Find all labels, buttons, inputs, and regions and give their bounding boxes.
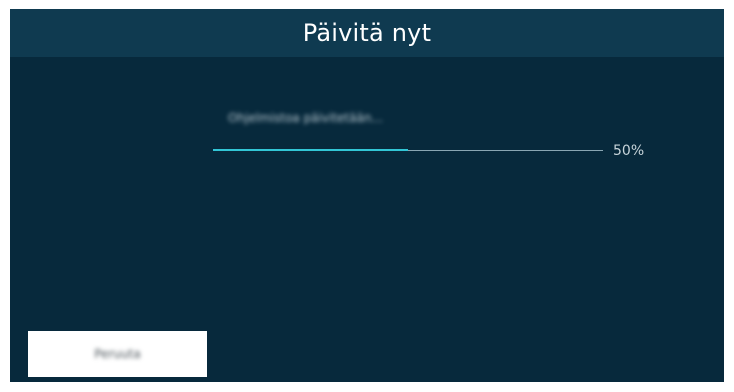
- progress-percent: 50%: [613, 143, 645, 159]
- progress-fill: [213, 149, 408, 151]
- status-text: Ohjelmistoa päivitetään...: [228, 111, 383, 125]
- cancel-button[interactable]: Peruuta: [28, 331, 207, 377]
- title-bar: Päivitä nyt: [10, 9, 724, 57]
- dialog-title: Päivitä nyt: [302, 19, 432, 47]
- progress-bar: [213, 149, 603, 151]
- update-dialog: Päivitä nyt Ohjelmistoa päivitetään... 5…: [10, 9, 724, 382]
- cancel-button-label: Peruuta: [94, 347, 141, 361]
